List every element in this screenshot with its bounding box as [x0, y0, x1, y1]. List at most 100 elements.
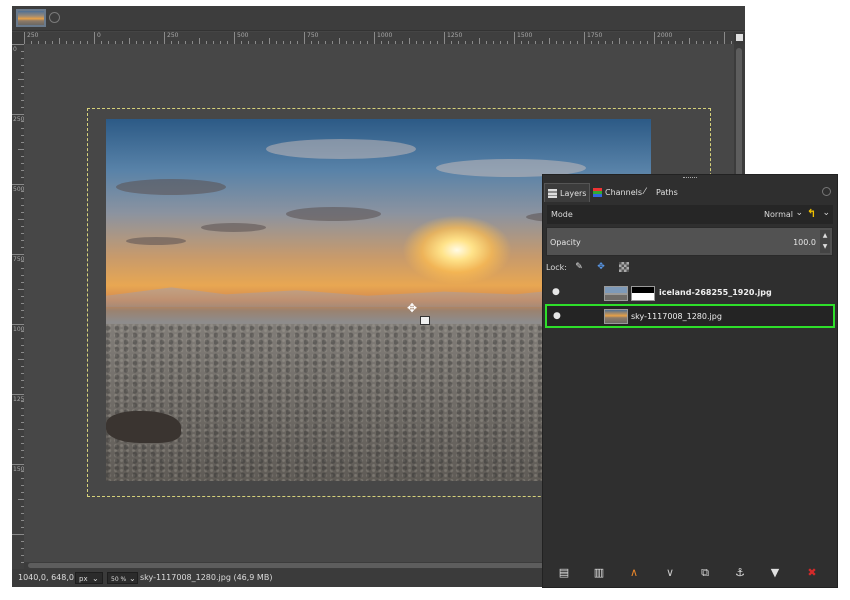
- ruler-tick: [12, 464, 24, 465]
- eye-icon[interactable]: ●: [553, 312, 565, 321]
- ruler-tick: [654, 32, 655, 44]
- move-cursor-icon: ✥: [407, 301, 418, 315]
- ruler-label: 0: [97, 32, 101, 39]
- ruler-label: 250: [167, 32, 179, 39]
- ruler-label: 250: [27, 32, 39, 39]
- horizontal-scroll-thumb[interactable]: [28, 563, 548, 568]
- layer-name: sky-1117008_1280.jpg: [631, 312, 722, 321]
- delete-layer-icon[interactable]: ✖: [805, 566, 819, 580]
- ruler-tick: [444, 32, 445, 44]
- opacity-spinner[interactable]: ▲ ▼: [820, 230, 830, 253]
- tab-label: Paths: [656, 188, 678, 197]
- ruler-tick: [12, 324, 24, 325]
- zoom-value: 50 %: [111, 576, 127, 583]
- new-layer-icon[interactable]: ▤: [557, 566, 571, 580]
- layer-thumbnail: [604, 286, 628, 301]
- opacity-slider[interactable]: Opacity 100.0 ▲ ▼: [546, 227, 833, 256]
- ruler-tick: [514, 32, 515, 44]
- vertical-scroll-thumb[interactable]: [736, 48, 742, 188]
- ruler-tick: [374, 32, 375, 44]
- chevron-down-icon: ⌄: [92, 574, 99, 583]
- close-tab-icon[interactable]: [49, 12, 60, 23]
- ruler-label: 1750: [587, 32, 603, 39]
- ruler-label: 500: [237, 32, 249, 39]
- layer-row-selected[interactable]: ● sky-1117008_1280.jpg: [545, 304, 835, 328]
- eye-icon[interactable]: ●: [552, 288, 564, 297]
- layer-name: iceland-268255_1920.jpg: [659, 288, 772, 297]
- ruler-tick: [12, 254, 24, 255]
- paths-icon: ⁄: [644, 187, 646, 197]
- ruler-label: 0: [13, 46, 17, 53]
- rock: [106, 411, 181, 443]
- ruler-tick: [304, 32, 305, 44]
- mode-value: Normal: [764, 210, 793, 219]
- checkerboard-icon[interactable]: [619, 262, 629, 272]
- mode-switch-icon[interactable]: ↰: [807, 208, 819, 220]
- tab-label: Layers: [560, 189, 587, 198]
- image-tab-strip: [12, 6, 745, 31]
- paintbrush-icon[interactable]: ✎: [574, 262, 584, 272]
- dock-tabs: Layers Channels ⁄ Paths: [543, 183, 837, 202]
- pointer-coordinates: 1040,0, 648,0: [18, 573, 74, 582]
- ruler-tick: [234, 32, 235, 44]
- lock-label: Lock:: [546, 263, 567, 272]
- duplicate-layer-icon[interactable]: ⧉: [698, 566, 712, 580]
- vertical-ruler[interactable]: 0 250 500 750 1000 1250 1500: [12, 44, 24, 569]
- anchor-layer-icon[interactable]: ⚓: [733, 566, 747, 580]
- mode-label: Mode: [551, 210, 573, 219]
- ruler-label: 500: [13, 186, 24, 193]
- chevron-down-icon: ⌄: [129, 574, 136, 583]
- dock-menu-icon[interactable]: [822, 187, 831, 196]
- ruler-label: 1500: [13, 466, 24, 473]
- ruler-label: 1000: [13, 326, 24, 333]
- layers-dock: Layers Channels ⁄ Paths Mode Normal ⌄ ↰ …: [542, 174, 838, 588]
- merge-down-icon[interactable]: ▼: [768, 566, 782, 580]
- ruler-label: 1250: [447, 32, 463, 39]
- ruler-tick: [584, 32, 585, 44]
- ruler-label: 750: [13, 256, 24, 263]
- chevron-down-icon[interactable]: ⌄: [822, 208, 830, 218]
- ruler-tick: [12, 114, 24, 115]
- tab-label: Channels: [605, 188, 643, 197]
- horizontal-ruler[interactable]: 250 0 250 500 750 1000 1250 1500 1750 2000: [24, 32, 734, 44]
- ruler-corner[interactable]: [12, 32, 24, 44]
- ruler-label: 1000: [377, 32, 393, 39]
- navigate-icon[interactable]: [734, 32, 745, 44]
- layer-row[interactable]: ● iceland-268255_1920.jpg: [545, 283, 835, 305]
- opacity-value: 100.0: [793, 238, 816, 247]
- tab-channels[interactable]: Channels: [590, 183, 643, 202]
- layer-actions-bar: ▤ ▥ ∧ ∨ ⧉ ⚓ ▼ ✖: [543, 561, 837, 585]
- ruler-tick: [24, 32, 25, 44]
- move-tool-indicator-icon: [420, 316, 430, 325]
- opacity-label: Opacity: [550, 238, 581, 247]
- ruler-label: 2000: [657, 32, 673, 39]
- ruler-tick: [164, 32, 165, 44]
- raise-layer-icon[interactable]: ∧: [627, 566, 641, 580]
- ruler-tick: [12, 184, 24, 185]
- layer-mask-thumbnail: [631, 286, 655, 301]
- ruler-tick: [12, 394, 24, 395]
- lower-layer-icon[interactable]: ∨: [663, 566, 677, 580]
- unit-value: px: [79, 575, 88, 583]
- status-file-info: sky-1117008_1280.jpg (46,9 MB): [140, 573, 273, 582]
- sun: [402, 215, 512, 285]
- layers-list: ● iceland-268255_1920.jpg ● sky-1117008_…: [545, 279, 835, 559]
- tab-paths[interactable]: ⁄ Paths: [641, 183, 683, 202]
- ruler-tick: [12, 44, 24, 45]
- ruler-label: 1250: [13, 396, 24, 403]
- ruler-label: 750: [307, 32, 319, 39]
- mode-select[interactable]: Mode Normal ⌄ ↰ ⌄: [547, 205, 833, 224]
- layer-thumbnail: [604, 309, 628, 324]
- ruler-label: 250: [13, 116, 24, 123]
- tab-layers[interactable]: Layers: [544, 183, 590, 202]
- zoom-select[interactable]: 50 % ⌄: [107, 572, 138, 584]
- dock-grip[interactable]: [683, 177, 697, 181]
- new-layer-group-icon[interactable]: ▥: [592, 566, 606, 580]
- image-tab-thumbnail[interactable]: [16, 9, 46, 27]
- ruler-label: 1500: [517, 32, 533, 39]
- move-icon[interactable]: ✥: [596, 262, 606, 272]
- unit-select[interactable]: px ⌄: [75, 572, 103, 584]
- ruler-tick: [94, 32, 95, 44]
- ruler-tick: [12, 534, 24, 535]
- ruler-tick: [724, 32, 725, 44]
